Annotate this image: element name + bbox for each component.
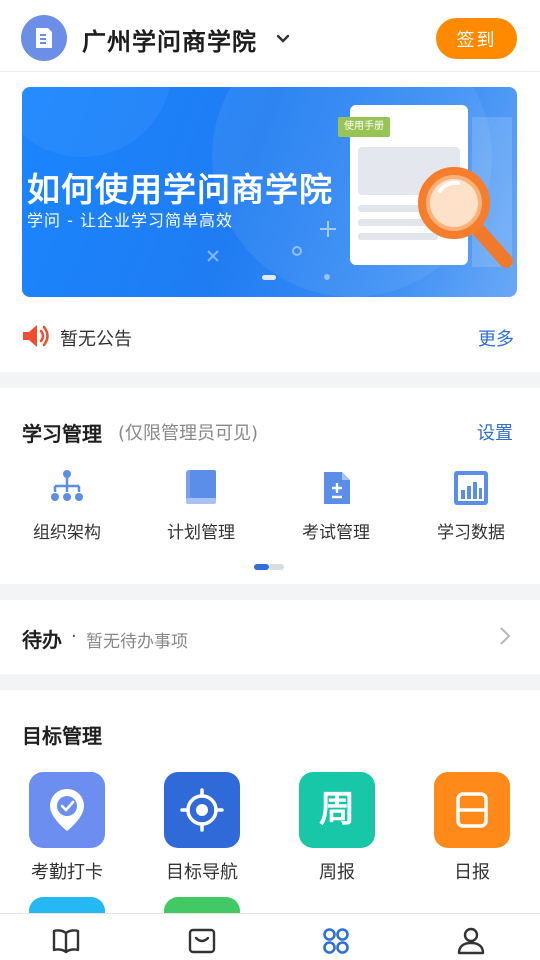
- top-area: 广州学问商学院 签到 如何使用学问商学院 学问 - 让企业学习简单高效 使用手册: [0, 0, 540, 372]
- open-book-icon[interactable]: [51, 926, 81, 956]
- todo-section[interactable]: 待办 · 暂无待办事项: [0, 600, 540, 674]
- signin-button[interactable]: 签到: [436, 18, 517, 59]
- grid-item-org-chart[interactable]: 组织架构: [12, 468, 122, 543]
- grid-item-plan[interactable]: 计划管理: [146, 468, 256, 543]
- goal-label: 目标导航: [166, 862, 238, 883]
- attendance-tile[interactable]: [29, 772, 105, 848]
- goal-label: 周报: [319, 862, 355, 883]
- grid-item-data[interactable]: 学习数据: [416, 468, 526, 543]
- grid-item-label: 计划管理: [167, 523, 235, 543]
- org-logo-icon[interactable]: [21, 15, 67, 61]
- learning-title: 学习管理: [22, 422, 102, 446]
- banner-title: 如何使用学问商学院: [27, 170, 333, 209]
- todo-separator: ·: [71, 626, 77, 647]
- target-icon: [180, 788, 224, 832]
- banner-subtitle: 学问 - 让企业学习简单高效: [27, 211, 233, 230]
- header: 广州学问商学院 签到: [0, 0, 540, 72]
- banner-carousel[interactable]: 如何使用学问商学院 学问 - 让企业学习简单高效 使用手册: [22, 87, 517, 297]
- bottom-tab-bar: [0, 913, 540, 960]
- apps-icon[interactable]: [321, 926, 351, 956]
- weekly-report-tile[interactable]: 周: [299, 772, 375, 848]
- goals-section: 目标管理 考勤打卡 目标导航 周 周报 日报: [0, 690, 540, 913]
- todo-status: 暂无待办事项: [86, 632, 188, 652]
- grid-item-exam[interactable]: 考试管理: [281, 468, 391, 543]
- location-check-icon: [50, 789, 84, 831]
- exam-doc-icon: [324, 472, 350, 504]
- bar-chart-icon: [454, 471, 488, 505]
- notice-more-link[interactable]: 更多: [478, 325, 514, 351]
- org-chart-icon: [51, 470, 83, 501]
- book-icon: [186, 470, 216, 504]
- weekly-report-icon: 周: [318, 789, 355, 830]
- goal-label: 考勤打卡: [31, 862, 103, 883]
- goal-label: 日报: [454, 862, 490, 883]
- grid-item-label: 考试管理: [302, 523, 370, 543]
- next-row-tile[interactable]: [29, 897, 105, 913]
- user-icon[interactable]: [456, 926, 486, 956]
- org-name[interactable]: 广州学问商学院: [82, 22, 257, 57]
- todo-title: 待办: [22, 628, 62, 652]
- chevron-down-icon[interactable]: [275, 30, 291, 49]
- grid-item-label: 学习数据: [437, 523, 505, 543]
- notice-text: 暂无公告: [60, 329, 132, 350]
- grid-item-label: 组织架构: [33, 523, 101, 543]
- learning-settings-link[interactable]: 设置: [477, 419, 513, 445]
- notice-bar[interactable]: 暂无公告 更多: [0, 314, 540, 358]
- chevron-right-icon[interactable]: [498, 626, 512, 646]
- banner-indicator: [262, 275, 276, 280]
- speaker-icon: [23, 325, 49, 347]
- learning-section: 学习管理 (仅限管理员可见) 设置 组织架构 计划管理 考试管理 学习数据: [0, 388, 540, 584]
- page-indicator: [254, 564, 284, 570]
- next-row-tile[interactable]: [164, 897, 240, 913]
- daily-report-icon: [456, 792, 488, 828]
- learning-note: (仅限管理员可见): [118, 423, 259, 444]
- manual-tag: 使用手册: [338, 117, 390, 137]
- inbox-icon[interactable]: [187, 926, 217, 956]
- daily-report-tile[interactable]: [434, 772, 510, 848]
- target-nav-tile[interactable]: [164, 772, 240, 848]
- goals-title: 目标管理: [22, 724, 102, 748]
- magnifier-icon: [418, 167, 513, 268]
